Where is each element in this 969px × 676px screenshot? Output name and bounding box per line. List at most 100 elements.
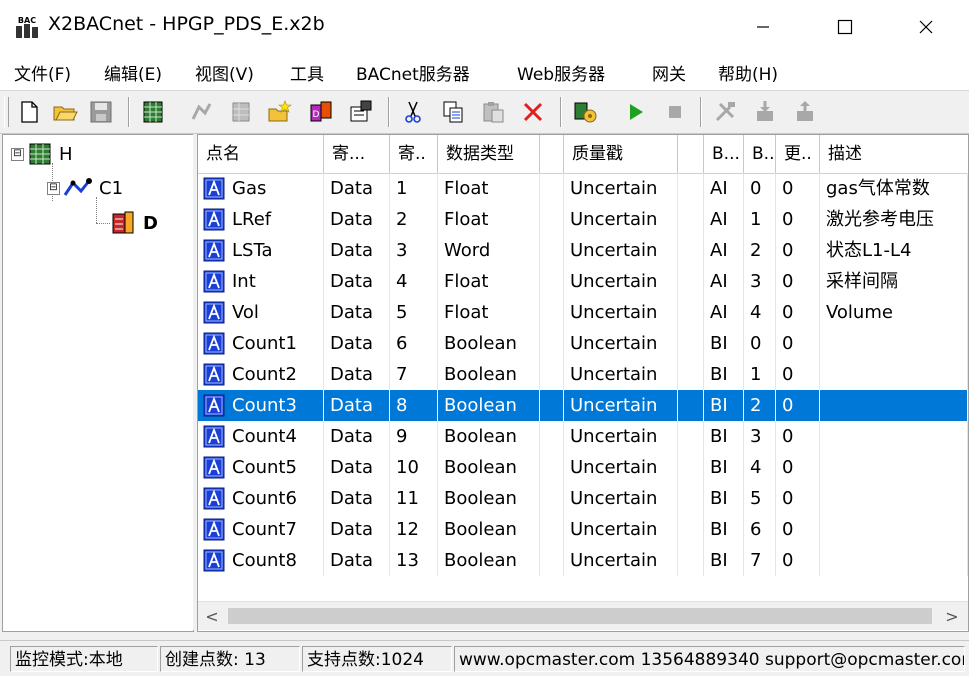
cut-button[interactable] xyxy=(400,99,426,125)
tools-icon xyxy=(715,102,735,122)
minimize-icon xyxy=(757,26,769,28)
cell-reg: Data xyxy=(324,328,390,359)
menu-view[interactable]: 视图(V) xyxy=(195,60,254,85)
menu-gateway[interactable]: 网关 xyxy=(652,60,686,85)
new-point-button[interactable] xyxy=(266,99,292,125)
column-header-bacnet-type[interactable]: B... xyxy=(704,135,744,173)
properties-icon xyxy=(350,100,372,122)
menu-file[interactable]: 文件(F) xyxy=(14,60,71,85)
status-mode: 监控模式:本地 xyxy=(10,646,158,672)
menu-help[interactable]: 帮助(H) xyxy=(718,60,778,85)
table-row[interactable]: Count7 Data 12 Boolean Uncertain BI 6 0 xyxy=(198,514,968,545)
table-row[interactable]: Count1 Data 6 Boolean Uncertain BI 0 0 xyxy=(198,328,968,359)
table-row[interactable]: LRef Data 2 Float Uncertain AI 1 0 激光参考电压 xyxy=(198,204,968,235)
cell-dtype: Float xyxy=(438,204,540,235)
tree-node-device[interactable]: ⊟ C1 xyxy=(47,177,123,199)
upload-button[interactable] xyxy=(792,99,818,125)
toolbar-separator xyxy=(560,97,562,127)
expander-icon[interactable]: ⊟ xyxy=(47,181,60,195)
column-header-quality[interactable]: 质量戳 xyxy=(564,135,678,173)
tree-node-label: C1 xyxy=(99,177,124,199)
cell-desc xyxy=(820,390,968,421)
menu-edit[interactable]: 编辑(E) xyxy=(104,60,162,85)
horizontal-scrollbar[interactable]: < > xyxy=(198,601,968,630)
analog-point-icon xyxy=(203,455,225,479)
properties-button[interactable] xyxy=(348,99,374,125)
cell-addr: 12 xyxy=(390,514,438,545)
add-group-button[interactable] xyxy=(228,99,254,125)
column-header-register[interactable]: 寄... xyxy=(324,135,390,173)
table-row[interactable]: Count2 Data 7 Boolean Uncertain BI 1 0 xyxy=(198,359,968,390)
add-device-button[interactable] xyxy=(188,99,214,125)
close-button[interactable] xyxy=(906,12,946,42)
menu-bar: 文件(F) 编辑(E) 视图(V) 工具 BACnet服务器 Web服务器 网关… xyxy=(0,52,969,90)
paste-button[interactable] xyxy=(480,99,506,125)
scroll-right-button[interactable]: > xyxy=(938,602,966,630)
cell-quality: Uncertain xyxy=(564,452,678,483)
column-header-description[interactable]: 描述 xyxy=(820,135,968,173)
column-header-name[interactable]: 点名 xyxy=(198,135,324,173)
cell-addr: 11 xyxy=(390,483,438,514)
batch-point-button[interactable]: D xyxy=(308,99,334,125)
delete-button[interactable] xyxy=(520,99,546,125)
analog-point-icon xyxy=(203,269,225,293)
column-header-data-type[interactable]: 数据类型 xyxy=(438,135,540,173)
close-icon xyxy=(919,20,933,34)
cell-reg: Data xyxy=(324,452,390,483)
table-row[interactable]: Gas Data 1 Float Uncertain AI 0 0 gas气体常数 xyxy=(198,173,968,204)
save-icon xyxy=(90,101,112,123)
scroll-left-button[interactable]: < xyxy=(198,602,226,630)
monitor-button[interactable] xyxy=(572,99,598,125)
minimize-button[interactable] xyxy=(743,12,783,42)
table-row[interactable]: Int Data 4 Float Uncertain AI 3 0 采样间隔 xyxy=(198,266,968,297)
tree-node-root[interactable]: ⊟ H xyxy=(11,143,73,165)
open-button[interactable] xyxy=(52,99,78,125)
column-header-blank[interactable] xyxy=(678,135,704,173)
cell-dtype: Boolean xyxy=(438,514,540,545)
table-row[interactable]: Count4 Data 9 Boolean Uncertain BI 3 0 xyxy=(198,421,968,452)
run-button[interactable] xyxy=(622,99,648,125)
menu-web-server[interactable]: Web服务器 xyxy=(517,60,605,85)
toolbar-grip[interactable] xyxy=(4,97,9,127)
add-channel-icon xyxy=(143,101,163,123)
title-bar: BAC X2BACnet - HPGP_PDS_E.x2b xyxy=(0,0,969,52)
column-header-address[interactable]: 寄.. xyxy=(390,135,438,173)
cell-addr: 5 xyxy=(390,297,438,328)
tree-node-group[interactable]: D xyxy=(111,211,158,235)
tools-button[interactable] xyxy=(712,99,738,125)
expander-icon[interactable]: ⊟ xyxy=(11,147,24,161)
tree-node-label: H xyxy=(59,143,73,165)
cell-blank xyxy=(678,204,704,235)
copy-button[interactable] xyxy=(440,99,466,125)
add-channel-button[interactable] xyxy=(140,99,166,125)
table-row[interactable]: Count3 Data 8 Boolean Uncertain BI 2 0 xyxy=(198,390,968,421)
table-row[interactable]: LSTa Data 3 Word Uncertain AI 2 0 状态L1-L4 xyxy=(198,235,968,266)
column-header-blank[interactable] xyxy=(540,135,564,173)
column-header-update[interactable]: 更.. xyxy=(776,135,820,173)
toolbar-separator xyxy=(388,97,390,127)
cell-addr: 1 xyxy=(390,173,438,204)
table-row[interactable]: Vol Data 5 Float Uncertain AI 4 0 Volume xyxy=(198,297,968,328)
new-file-button[interactable] xyxy=(16,99,42,125)
table-row[interactable]: Count6 Data 11 Boolean Uncertain BI 5 0 xyxy=(198,483,968,514)
load-button[interactable] xyxy=(752,99,778,125)
cell-dtype: Boolean xyxy=(438,421,540,452)
table-row[interactable]: Count5 Data 10 Boolean Uncertain BI 4 0 xyxy=(198,452,968,483)
stop-button[interactable] xyxy=(662,99,688,125)
maximize-button[interactable] xyxy=(825,12,865,42)
cell-binst: 6 xyxy=(744,514,776,545)
toolbar: D xyxy=(0,90,969,134)
cell-desc xyxy=(820,359,968,390)
column-header-bacnet-instance[interactable]: B.. xyxy=(744,135,776,173)
analog-point-icon xyxy=(203,362,225,386)
scrollbar-thumb[interactable] xyxy=(228,608,932,624)
menu-bacnet-server[interactable]: BACnet服务器 xyxy=(356,60,470,85)
cell-desc: gas气体常数 xyxy=(820,173,968,204)
maximize-icon xyxy=(837,19,853,35)
table-row[interactable]: Count8 Data 13 Boolean Uncertain BI 7 0 xyxy=(198,545,968,576)
menu-tools[interactable]: 工具 xyxy=(290,60,324,85)
cell-blank xyxy=(678,297,704,328)
cell-desc xyxy=(820,328,968,359)
save-button[interactable] xyxy=(88,99,114,125)
cell-blank xyxy=(540,452,564,483)
